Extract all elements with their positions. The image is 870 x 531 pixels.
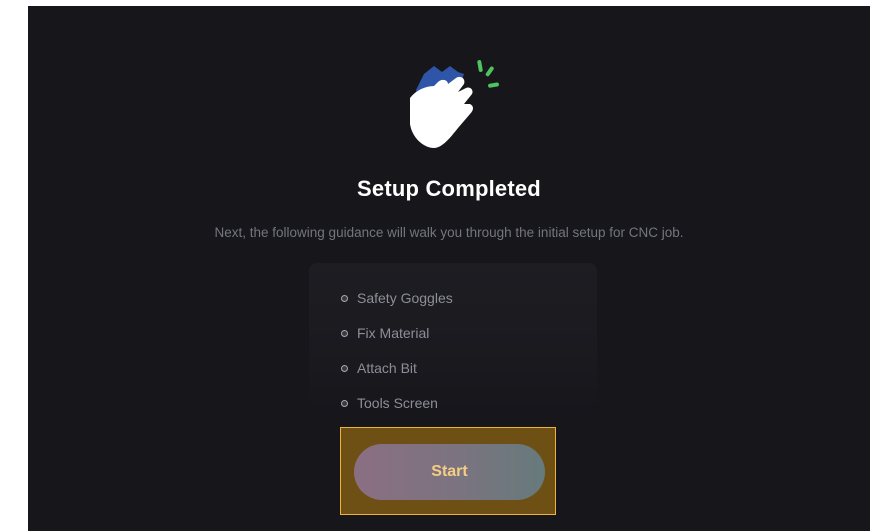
checklist-item-tools-screen: Tools Screen	[341, 393, 438, 413]
checklist-item-label: Attach Bit	[357, 360, 417, 376]
setup-complete-screen: Setup Completed Next, the following guid…	[28, 6, 870, 531]
bullet-icon	[341, 399, 348, 407]
checklist-item-label: Fix Material	[357, 325, 430, 341]
checklist-item-attach-bit: Attach Bit	[341, 358, 417, 378]
bullet-icon	[341, 329, 348, 337]
checklist-item-label: Tools Screen	[357, 395, 438, 411]
page-title: Setup Completed	[357, 176, 541, 201]
start-button-highlight: Start	[340, 427, 556, 515]
page-subtitle: Next, the following guidance will walk y…	[214, 225, 684, 240]
checklist-item-safety-goggles: Safety Goggles	[341, 288, 453, 308]
clapping-hands-icon	[398, 52, 508, 162]
bullet-icon	[341, 294, 348, 302]
checklist-item-label: Safety Goggles	[357, 290, 453, 306]
checklist-item-fix-material: Fix Material	[341, 323, 429, 343]
setup-checklist: Safety Goggles Fix Material Attach Bit T…	[309, 263, 597, 413]
bullet-icon	[341, 364, 348, 372]
start-button[interactable]: Start	[354, 444, 545, 500]
